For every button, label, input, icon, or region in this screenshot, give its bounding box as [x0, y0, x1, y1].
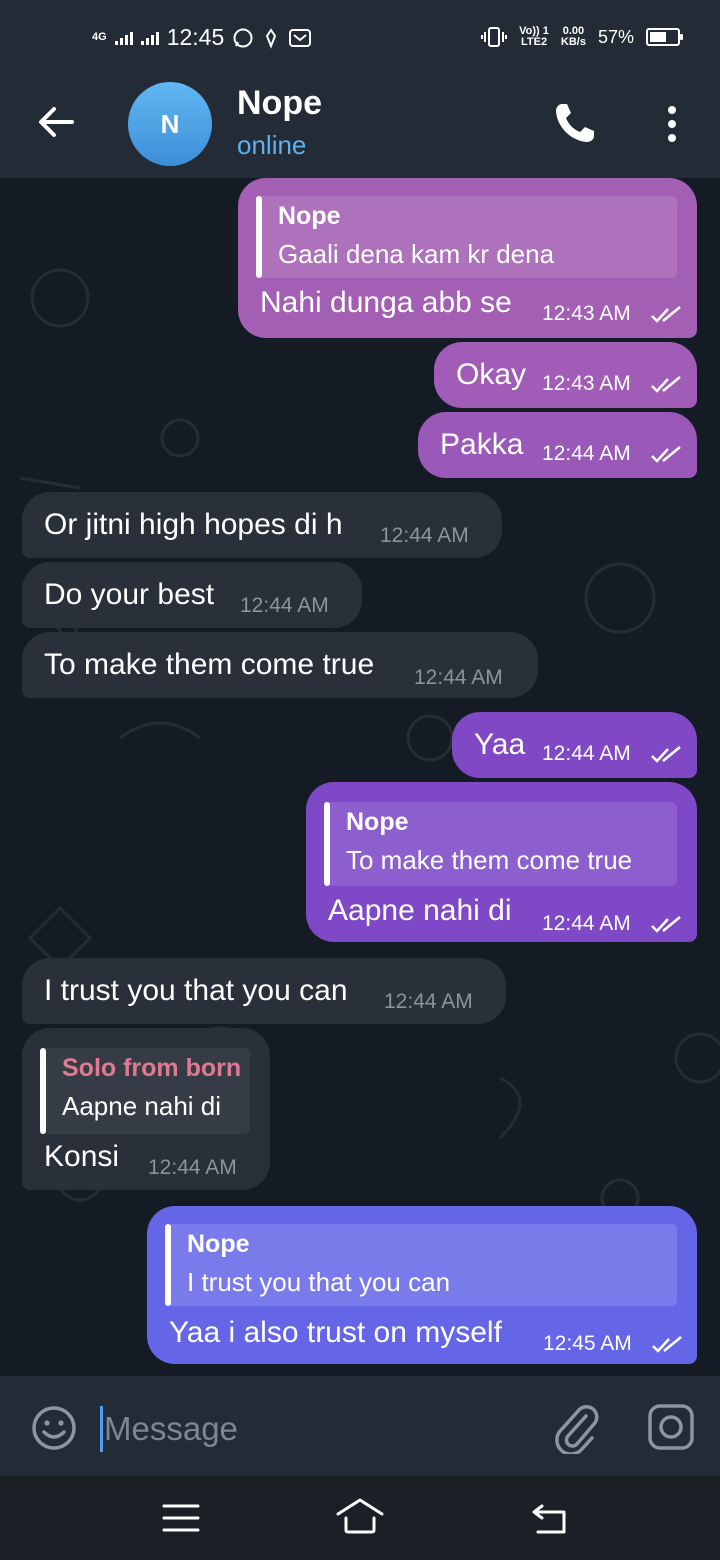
message-bubble-outgoing[interactable]: Yaa 12:44 AM [452, 712, 697, 778]
message-time: 12:44 AM [414, 666, 503, 689]
whatsapp-icon [233, 28, 253, 47]
message-bubble-incoming[interactable]: Or jitni high hopes di h 12:44 AM [22, 492, 502, 558]
message-bubble-outgoing[interactable]: Nope Gaali dena kam kr dena Nahi dunga a… [238, 178, 697, 338]
network-type: 4G [92, 31, 107, 43]
message-text: To make them come true [44, 648, 375, 681]
double-check-icon [651, 746, 681, 763]
recent-apps-icon[interactable] [162, 1502, 200, 1534]
message-text: Yaa i also trust on myself [169, 1316, 502, 1349]
phone-icon[interactable] [552, 100, 598, 146]
message-time: 12:43 AM [542, 372, 631, 395]
status-bar: 4G 12:45 Vo)) 1 LTE2 0.00 KB/s 57% [0, 0, 720, 76]
message-time: 12:44 AM [240, 594, 329, 617]
reply-preview[interactable]: Nope I trust you that you can [165, 1224, 677, 1306]
home-icon[interactable] [334, 1496, 386, 1536]
message-time: 12:44 AM [542, 742, 631, 765]
signal-icon [114, 31, 133, 45]
reply-text: Gaali dena kam kr dena [278, 239, 555, 269]
message-bubble-incoming[interactable]: To make them come true 12:44 AM [22, 632, 538, 698]
status-left: 4G 12:45 [92, 24, 312, 51]
signal-2-icon [140, 31, 159, 45]
reply-sender: Nope [278, 202, 341, 230]
message-time: 12:44 AM [148, 1156, 237, 1179]
message-text: I trust you that you can [44, 974, 348, 1007]
message-text: Yaa [474, 728, 526, 761]
clock: 12:45 [166, 24, 225, 50]
message-bubble-incoming[interactable]: Do your best 12:44 AM [22, 562, 362, 628]
reply-text: To make them come true [346, 845, 633, 875]
vibrate-icon [481, 27, 508, 47]
message-list[interactable]: Nope Gaali dena kam kr dena Nahi dunga a… [0, 178, 720, 1376]
reply-preview[interactable]: Solo from born Aapne nahi di [40, 1048, 250, 1134]
back-nav-icon[interactable] [528, 1500, 570, 1536]
message-text: Nahi dunga abb se [260, 286, 512, 319]
chat-header: N Nope online [0, 76, 720, 178]
notification-icon [266, 27, 277, 49]
double-check-icon [651, 916, 681, 933]
reply-sender: Nope [187, 1230, 250, 1258]
more-vertical-icon[interactable] [660, 104, 684, 144]
status-right: Vo)) 1 LTE2 0.00 KB/s 57% [481, 25, 683, 48]
avatar[interactable]: N [128, 82, 212, 166]
system-nav-bar [0, 1476, 720, 1560]
double-check-icon [651, 306, 681, 323]
message-time: 12:44 AM [384, 990, 473, 1013]
message-text: Do your best [44, 578, 215, 611]
message-time: 12:45 AM [543, 1332, 632, 1355]
message-time: 12:44 AM [542, 912, 631, 935]
message-text: Or jitni high hopes di h [44, 508, 343, 541]
message-time: 12:44 AM [380, 524, 469, 547]
message-bubble-outgoing[interactable]: Okay 12:43 AM [434, 342, 697, 408]
reply-text: I trust you that you can [187, 1267, 451, 1297]
message-text: Pakka [440, 428, 524, 461]
camera-icon[interactable] [646, 1402, 696, 1452]
double-check-icon [651, 376, 681, 393]
message-input[interactable] [104, 1406, 524, 1452]
message-time: 12:43 AM [542, 302, 631, 325]
arrow-left-icon[interactable] [34, 100, 78, 144]
message-bubble-outgoing[interactable]: Pakka 12:44 AM [418, 412, 697, 478]
message-bubble-outgoing[interactable]: Nope I trust you that you can Yaa i also… [147, 1206, 697, 1364]
message-composer [0, 1376, 720, 1476]
double-check-icon [652, 1336, 682, 1353]
double-check-icon [651, 446, 681, 463]
mail-icon [289, 28, 312, 47]
reply-text: Aapne nahi di [62, 1091, 222, 1121]
message-bubble-incoming[interactable]: Solo from born Aapne nahi di Konsi 12:44… [22, 1028, 270, 1190]
text-cursor [100, 1406, 103, 1452]
contact-name[interactable]: Nope [237, 84, 322, 123]
network-speed: 0.00 KB/s [560, 25, 586, 48]
message-bubble-incoming[interactable]: I trust you that you can 12:44 AM [22, 958, 506, 1024]
reply-preview[interactable]: Nope Gaali dena kam kr dena [256, 196, 677, 278]
contact-status: online [237, 130, 307, 160]
message-time: 12:44 AM [542, 442, 631, 465]
message-text: Aapne nahi di [328, 894, 512, 927]
message-text: Konsi [44, 1140, 120, 1173]
smile-icon[interactable] [30, 1404, 78, 1452]
battery-percent: 57% [597, 26, 634, 47]
reply-sender: Nope [346, 808, 409, 836]
reply-preview[interactable]: Nope To make them come true [324, 802, 677, 886]
reply-sender: Solo from born [62, 1054, 242, 1082]
message-bubble-outgoing[interactable]: Nope To make them come true Aapne nahi d… [306, 782, 697, 942]
paperclip-icon[interactable] [552, 1402, 600, 1454]
volte-indicator: Vo)) 1 LTE2 [519, 25, 549, 48]
message-text: Okay [456, 358, 527, 391]
battery-icon [646, 28, 683, 46]
